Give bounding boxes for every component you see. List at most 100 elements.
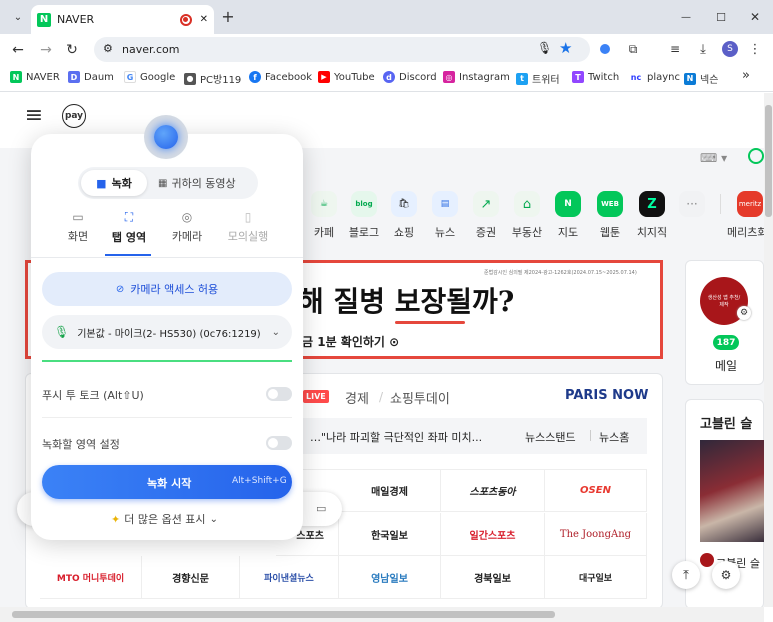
record-area-toggle[interactable]: [266, 436, 292, 450]
press-ilgan-sports[interactable]: 일간스포츠: [441, 513, 545, 556]
blog-icon[interactable]: blog: [351, 191, 377, 217]
bookmark-instagram[interactable]: ◎ Instagram: [443, 71, 510, 83]
press-daegu[interactable]: 대구일보: [545, 556, 647, 599]
bookmarks-overflow-button[interactable]: »: [742, 68, 750, 83]
bookmark-star-icon[interactable]: ★: [559, 39, 572, 57]
content-card-title[interactable]: 고블린 슬: [700, 413, 752, 432]
extension-dot-icon[interactable]: [600, 44, 610, 54]
recorder-orb-icon[interactable]: [144, 115, 188, 159]
vertical-scrollbar[interactable]: [764, 93, 773, 607]
bookmark-twitter[interactable]: t 트위터: [516, 71, 560, 86]
camera-permission-button[interactable]: ⊘ 카메라 액세스 허용: [42, 272, 292, 306]
site-settings-icon[interactable]: ⚙: [103, 42, 113, 55]
microphone-icon[interactable]: 🎙: [537, 41, 552, 55]
more-services-icon[interactable]: ···: [679, 191, 705, 217]
horizontal-scrollbar[interactable]: [0, 607, 764, 622]
start-recording-button[interactable]: 녹화 시작 Alt+Shift+G: [42, 465, 292, 499]
reload-icon[interactable]: ↻: [62, 40, 82, 60]
hamburger-menu-icon[interactable]: ≡: [22, 103, 46, 128]
press-hankook[interactable]: 한국일보: [339, 513, 441, 556]
press-kyunghyang[interactable]: 경향신문: [142, 556, 240, 599]
chzzk-icon[interactable]: Z: [639, 191, 665, 217]
news-headline[interactable]: …"나라 파괴할 극단적인 좌파 미치...: [310, 429, 482, 445]
reading-list-icon[interactable]: ≡: [666, 40, 684, 58]
source-camera[interactable]: ◎ 카메라: [167, 210, 207, 244]
service-label-chzzk[interactable]: 치지직: [628, 224, 676, 240]
mode-record-button[interactable]: ■ 녹화: [81, 170, 147, 196]
keyboard-icon[interactable]: ⌨ ▾: [700, 151, 727, 165]
service-label-map[interactable]: 지도: [544, 224, 592, 240]
paris-now-link[interactable]: PARIS NOW: [565, 388, 648, 403]
news-icon[interactable]: ▤: [432, 191, 458, 217]
page-settings-button[interactable]: ⚙: [712, 561, 740, 589]
newshome-link[interactable]: 뉴스홈: [599, 429, 629, 445]
press-joongang[interactable]: The JoongAng: [545, 513, 647, 556]
ad-subtext[interactable]: 금 1분 확인하기 ⊙: [302, 333, 399, 350]
bookmark-facebook[interactable]: f Facebook: [249, 71, 312, 83]
press-financial[interactable]: 파이낸셜뉴스: [240, 556, 339, 599]
mail-count-badge[interactable]: 187: [713, 335, 739, 350]
press-kyungbuk[interactable]: 경북일보: [441, 556, 545, 599]
bookmark-daum[interactable]: D Daum: [68, 71, 114, 83]
mini-camera-icon[interactable]: ▭: [316, 502, 326, 515]
push-to-talk-toggle[interactable]: [266, 387, 292, 401]
realestate-icon[interactable]: ⌂: [514, 191, 540, 217]
mail-label[interactable]: 메일: [715, 357, 737, 374]
source-tab-underline: [105, 254, 151, 256]
shopping-icon[interactable]: 🛍: [391, 191, 417, 217]
pay-button[interactable]: pay: [62, 104, 86, 128]
bookmark-youtube[interactable]: ▶ YouTube: [318, 71, 375, 83]
download-icon[interactable]: ⤓: [694, 40, 712, 58]
bookmark-twitch[interactable]: T Twitch: [572, 71, 619, 83]
scroll-top-button[interactable]: ⤒: [672, 561, 700, 589]
live-badge[interactable]: LIVE: [303, 390, 329, 403]
green-search-icon[interactable]: [748, 148, 764, 164]
press-maeil[interactable]: 매일경제: [339, 469, 441, 512]
cafe-icon[interactable]: ☕: [311, 191, 337, 217]
profile-avatar[interactable]: S: [722, 41, 738, 57]
webtoon-icon[interactable]: WEB: [597, 191, 623, 217]
news-tab-economy[interactable]: 경제: [345, 388, 369, 407]
bookmark-discord[interactable]: d Discord: [383, 71, 437, 83]
source-screen[interactable]: ▭ 화면: [61, 210, 95, 244]
map-icon[interactable]: N: [555, 191, 581, 217]
start-recording-label: 녹화 시작: [147, 477, 192, 490]
horizontal-scroll-thumb[interactable]: [12, 611, 555, 618]
bookmark-google[interactable]: G Google: [124, 71, 175, 83]
press-money-today[interactable]: MTO 머니투데이: [40, 556, 142, 599]
tab-search-button[interactable]: ⌄: [8, 8, 28, 26]
mic-level-bar: [42, 360, 292, 362]
more-options-button[interactable]: ✦ 더 많은 옵션 표시 ⌄: [111, 511, 218, 527]
profile-settings-gear-icon[interactable]: ⚙: [737, 306, 751, 320]
address-bar[interactable]: ⚙ naver.com 🎙 ★: [94, 37, 590, 62]
stock-icon[interactable]: ↗: [473, 191, 499, 217]
vertical-scroll-thumb[interactable]: [765, 105, 772, 217]
news-tab-shopping-today[interactable]: 쇼핑투데이: [390, 388, 450, 407]
close-window-button[interactable]: ✕: [744, 7, 766, 27]
service-label-webtoon[interactable]: 웹툰: [586, 224, 634, 240]
anime-thumbnail[interactable]: [700, 440, 764, 542]
newsstand-link[interactable]: 뉴스스탠드: [525, 429, 576, 445]
microphone-select[interactable]: 🎙 기본값 - 마이크(2- HS530) (0c76:1219) ⌄: [42, 315, 292, 349]
forward-arrow-icon[interactable]: →: [36, 40, 56, 60]
minimize-button[interactable]: —: [675, 7, 697, 27]
facebook-icon: f: [249, 71, 261, 83]
bookmark-nexon[interactable]: N 넥슨: [684, 71, 718, 86]
daum-icon: D: [68, 71, 80, 83]
press-osen[interactable]: OSEN: [545, 469, 647, 512]
tab-naver[interactable]: N NAVER ✕: [31, 5, 214, 34]
source-tab-area[interactable]: ⛶ 탭 영역: [109, 210, 149, 245]
mode-your-videos-button[interactable]: ▦ 귀하의 동영상: [158, 170, 256, 196]
bookmark-pc119[interactable]: ● PC방119: [184, 71, 241, 86]
extensions-puzzle-icon[interactable]: ⧉: [624, 40, 642, 58]
meritz-icon[interactable]: meritz: [737, 191, 763, 217]
new-tab-button[interactable]: +: [218, 6, 238, 26]
bookmark-plaync[interactable]: nc plaync: [629, 71, 680, 83]
tab-close-icon[interactable]: ✕: [200, 14, 208, 25]
maximize-button[interactable]: ☐: [710, 7, 732, 27]
bookmark-naver[interactable]: N NAVER: [10, 71, 60, 83]
back-arrow-icon[interactable]: ←: [8, 40, 28, 60]
press-yeongnam[interactable]: 영남일보: [339, 556, 441, 599]
press-sports-donga[interactable]: 스포츠동아: [441, 469, 545, 512]
browser-menu-icon[interactable]: ⋮: [748, 40, 762, 58]
